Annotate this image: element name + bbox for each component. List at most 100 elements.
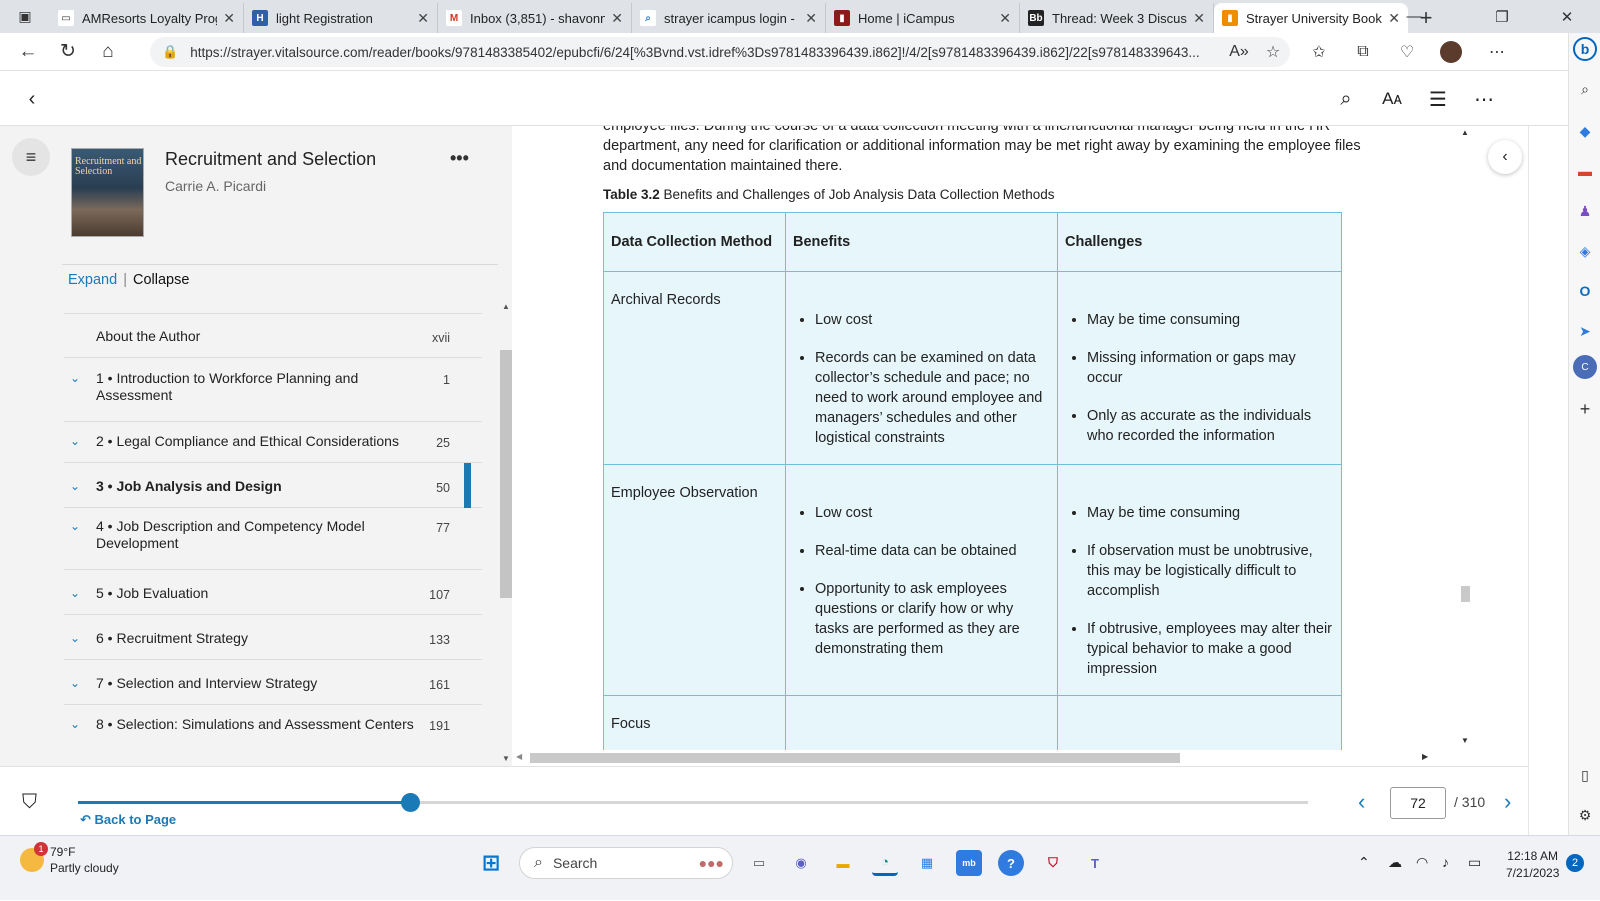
battery-icon[interactable]: ▭ [1468, 854, 1481, 871]
toc-item[interactable]: ⌄ 8 • Selection: Simulations and Assessme… [64, 706, 482, 766]
collections-icon[interactable]: ⧉ [1346, 37, 1380, 67]
tab-actions-icon[interactable]: ▣ [0, 0, 50, 33]
shopping-tag-icon[interactable]: ◆ [1573, 119, 1597, 143]
close-tab-icon[interactable]: ✕ [999, 10, 1011, 27]
toc-item[interactable]: ⌄ 1 • Introduction to Workforce Planning … [64, 360, 482, 422]
next-page-icon[interactable]: › [1504, 789, 1511, 815]
previous-page-icon[interactable]: ‹ [1358, 789, 1365, 815]
wifi-icon[interactable]: ◠ [1416, 854, 1428, 871]
chevron-up-icon[interactable]: ⌃ [1358, 854, 1370, 871]
tools-icon[interactable]: ▬ [1573, 159, 1597, 183]
browser-tab[interactable]: ▮ Home | iCampus ✕ [826, 3, 1020, 33]
mcafee-app-icon[interactable]: mb [956, 850, 982, 876]
close-tab-icon[interactable]: ✕ [223, 10, 235, 27]
page-progress-slider[interactable] [78, 793, 1308, 812]
extension-c-icon[interactable]: C [1573, 355, 1597, 379]
scroll-right-icon[interactable]: ▶ [1422, 752, 1428, 761]
browser-tab[interactable]: ▭ AMResorts Loyalty Prog ✕ [50, 3, 244, 33]
toc-item[interactable]: About the Author xvii [64, 314, 482, 358]
notification-badge[interactable]: 2 [1566, 854, 1584, 872]
close-tab-icon[interactable]: ✕ [805, 10, 817, 27]
teams-icon[interactable]: T [1082, 850, 1108, 876]
chevron-down-icon[interactable]: ⌄ [70, 586, 80, 600]
sidebar-panel-icon[interactable]: ▯ [1573, 763, 1597, 787]
clock[interactable]: 12:18 AM 7/21/2023 [1506, 848, 1559, 882]
chevron-down-icon[interactable]: ⌄ [70, 519, 80, 533]
network-app-icon[interactable]: ☁ [1388, 854, 1402, 871]
close-tab-icon[interactable]: ✕ [611, 10, 623, 27]
toc-scroll-thumb[interactable] [500, 350, 512, 598]
reader-more-icon[interactable]: ⋯ [1470, 85, 1498, 113]
edge-icon[interactable]: ◔ [872, 850, 898, 876]
toc-item-partial[interactable] [64, 294, 482, 314]
scroll-down-icon[interactable]: ▼ [1461, 736, 1469, 745]
browser-tab[interactable]: Hlight Registration ✕ [244, 3, 438, 33]
search-icon[interactable]: ⌕ [1573, 77, 1597, 101]
profile-avatar[interactable] [1434, 37, 1468, 67]
horizontal-scroll-thumb[interactable] [530, 753, 1180, 763]
chevron-down-icon[interactable]: ⌄ [70, 717, 80, 731]
content-horizontal-scrollbar[interactable]: ◀ ▶ [512, 750, 1457, 766]
outlook-icon[interactable]: O [1573, 279, 1597, 303]
chevron-down-icon[interactable]: ⌄ [70, 479, 80, 493]
toc-menu-icon[interactable]: ≡ [12, 138, 50, 176]
add-sidebar-app-icon[interactable]: + [1573, 397, 1597, 421]
scroll-up-icon[interactable]: ▲ [502, 302, 510, 311]
store-icon[interactable]: ▦ [914, 850, 940, 876]
chevron-down-icon[interactable]: ⌄ [70, 676, 80, 690]
browser-tab[interactable]: Bb Thread: Week 3 Discuss ✕ [1020, 3, 1214, 33]
office-icon[interactable]: ◈ [1573, 239, 1597, 263]
settings-gear-icon[interactable]: ⚙ [1573, 803, 1597, 827]
games-icon[interactable]: ♟ [1573, 199, 1597, 223]
page-number-input[interactable]: 72 [1390, 787, 1446, 819]
scroll-up-icon[interactable]: ▲ [1461, 128, 1469, 137]
minimize-icon[interactable]: — [1392, 0, 1436, 33]
volume-icon[interactable]: ♪ [1442, 854, 1449, 870]
back-arrow-icon[interactable]: ← [8, 33, 48, 71]
bookmark-icon[interactable]: ⛉ [22, 791, 37, 814]
browser-essentials-icon[interactable]: ♡ [1390, 37, 1424, 67]
refresh-icon[interactable]: ↻ [48, 33, 88, 71]
scroll-down-icon[interactable]: ▼ [502, 754, 510, 763]
close-tab-icon[interactable]: ✕ [417, 10, 429, 27]
collapse-link[interactable]: Collapse [133, 272, 189, 288]
url-field[interactable]: 🔒 https://strayer.vitalsource.com/reader… [150, 37, 1290, 67]
browser-tab[interactable]: ▮ Strayer University Book ✕ [1214, 3, 1408, 33]
back-to-page-link[interactable]: ↶ Back to Page [80, 812, 176, 828]
text-size-icon[interactable]: Aᴀ [1378, 85, 1406, 113]
toc-item[interactable]: ⌄ 2 • Legal Compliance and Ethical Consid… [64, 419, 482, 463]
help-icon[interactable]: ? [998, 850, 1024, 876]
chevron-down-icon[interactable]: ⌄ [70, 434, 80, 448]
reader-search-icon[interactable]: ⌕ [1332, 85, 1360, 113]
close-window-icon[interactable]: ✕ [1545, 0, 1589, 33]
home-icon[interactable]: ⌂ [88, 33, 128, 71]
book-more-icon[interactable]: ••• [450, 148, 469, 169]
toc-item[interactable]: ⌄ 7 • Selection and Interview Strategy 161 [64, 661, 482, 705]
toc-item[interactable]: ⌄ 5 • Job Evaluation 107 [64, 571, 482, 615]
collapse-panel-chevron-icon[interactable]: ‹ [1488, 140, 1522, 174]
content-vertical-scrollbar[interactable]: ▲ ▼ [1457, 126, 1473, 750]
close-tab-icon[interactable]: ✕ [1193, 10, 1205, 27]
browser-tab[interactable]: ⌕ strayer icampus login - ✕ [632, 3, 826, 33]
drop-icon[interactable]: ➤ [1573, 319, 1597, 343]
browser-tab[interactable]: M Inbox (3,851) - shavonn ✕ [438, 3, 632, 33]
toc-item[interactable]: ⌄ 6 • Recruitment Strategy 133 [64, 616, 482, 660]
restore-icon[interactable]: ❐ [1480, 0, 1524, 33]
favorites-icon[interactable]: ✩ [1302, 37, 1336, 67]
content-scroll-thumb[interactable] [1461, 586, 1470, 602]
bing-icon[interactable]: b [1573, 37, 1597, 61]
toc-item[interactable]: ⌄ 4 • Job Description and Competency Mode… [64, 508, 482, 570]
reader-back-chevron-icon[interactable]: ‹ [18, 85, 46, 113]
chevron-down-icon[interactable]: ⌄ [70, 371, 80, 385]
notes-icon[interactable]: ☰ [1424, 85, 1452, 113]
toc-item[interactable]: ⌄ 3 • Job Analysis and Design 50 [64, 463, 482, 508]
scroll-left-icon[interactable]: ◀ [516, 752, 522, 761]
file-explorer-icon[interactable]: ▬ [830, 850, 856, 876]
read-aloud-icon[interactable]: A» [1222, 37, 1256, 67]
windows-start-icon[interactable]: ⊞ [478, 850, 504, 876]
chevron-down-icon[interactable]: ⌄ [70, 631, 80, 645]
taskbar-search[interactable]: ⌕ Search ●●● [519, 847, 733, 879]
task-view-icon[interactable]: ▭ [746, 850, 772, 876]
more-menu-icon[interactable]: ⋯ [1480, 37, 1514, 67]
expand-link[interactable]: Expand [68, 272, 117, 288]
